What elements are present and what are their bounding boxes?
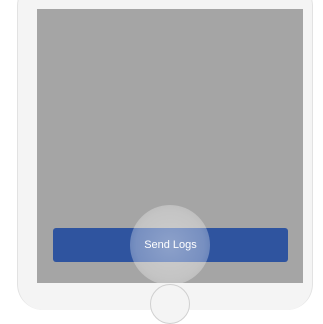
app-screen: Send Logs	[37, 9, 303, 283]
home-button-icon[interactable]	[150, 284, 190, 324]
send-logs-button[interactable]: Send Logs	[53, 228, 288, 262]
send-logs-label: Send Logs	[144, 239, 197, 251]
